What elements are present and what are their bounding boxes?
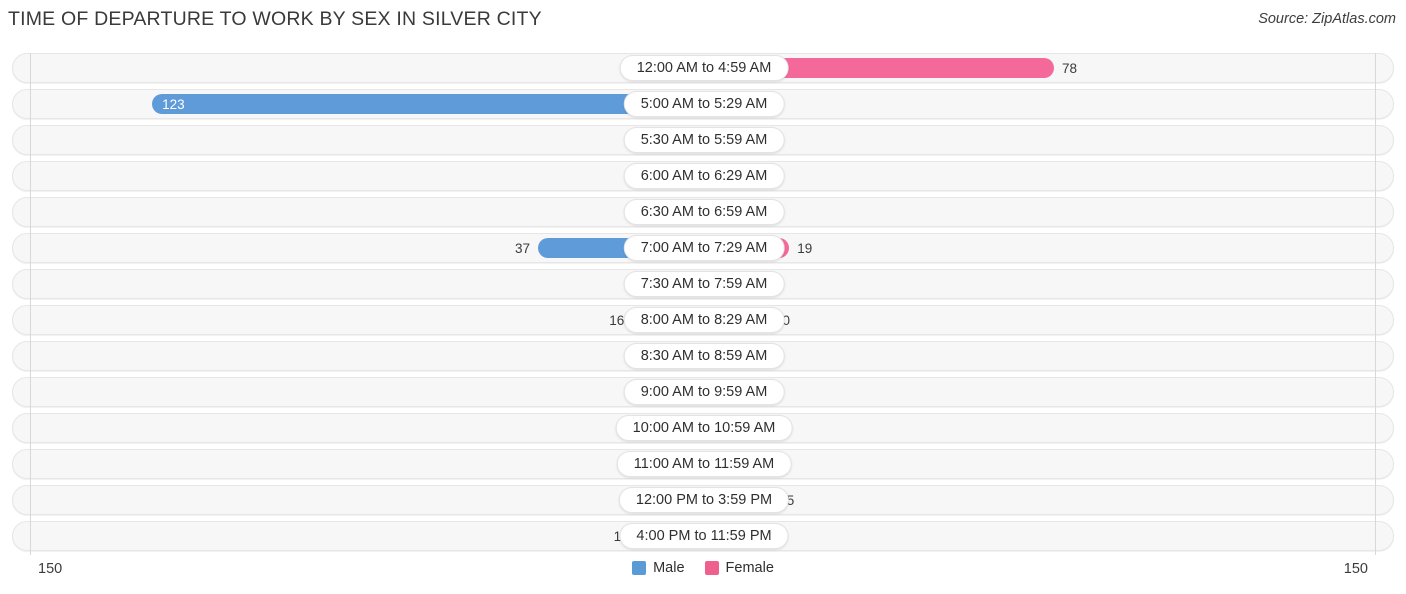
category-label-text: 11:00 AM to 11:59 AM <box>633 455 775 472</box>
chart-row[interactable]: 01512:00 PM to 3:59 PM <box>12 485 1394 515</box>
chart-legend: Male Female <box>0 561 1406 576</box>
value-label-female: 19 <box>797 241 813 256</box>
chart-row-inner: 1504:00 PM to 11:59 PM <box>13 522 1395 550</box>
chart-row[interactable]: 007:30 AM to 7:59 AM <box>12 269 1394 299</box>
chart-row-inner: 008:30 AM to 8:59 AM <box>13 342 1395 370</box>
category-label-text: 12:00 PM to 3:59 PM <box>635 491 773 508</box>
category-label-pill[interactable]: 5:00 AM to 5:29 AM <box>623 91 785 117</box>
category-label-pill[interactable]: 11:00 AM to 11:59 AM <box>616 451 792 477</box>
source-attribution: Source: ZipAtlas.com <box>1258 11 1396 27</box>
chart-header: TIME OF DEPARTURE TO WORK BY SEX IN SILV… <box>0 0 1406 44</box>
category-label-pill[interactable]: 6:00 AM to 6:29 AM <box>623 163 785 189</box>
legend-item-male[interactable]: Male <box>632 560 685 576</box>
category-label-text: 8:00 AM to 8:29 AM <box>640 311 768 328</box>
category-label-text: 6:00 AM to 6:29 AM <box>640 167 768 184</box>
bar-male[interactable] <box>152 94 704 114</box>
chart-row-inner: 07812:00 AM to 4:59 AM <box>13 54 1395 82</box>
chart-row-inner: 0010:00 AM to 10:59 AM <box>13 414 1395 442</box>
category-label-text: 5:00 AM to 5:29 AM <box>640 95 768 112</box>
category-label-pill[interactable]: 12:00 PM to 3:59 PM <box>618 487 790 513</box>
chart-row[interactable]: 006:00 AM to 6:29 AM <box>12 161 1394 191</box>
value-label-male: 123 <box>162 97 185 112</box>
chart-row-inner: 01512:00 PM to 3:59 PM <box>13 486 1395 514</box>
chart-row[interactable]: 005:30 AM to 5:59 AM <box>12 125 1394 155</box>
chart-row-inner: 009:00 AM to 9:59 AM <box>13 378 1395 406</box>
chart-root: TIME OF DEPARTURE TO WORK BY SEX IN SILV… <box>0 0 1406 594</box>
category-label-text: 6:30 AM to 6:59 AM <box>640 203 768 220</box>
chart-row-inner: 16108:00 AM to 8:29 AM <box>13 306 1395 334</box>
category-label-text: 8:30 AM to 8:59 AM <box>640 347 768 364</box>
chart-row-inner: 007:30 AM to 7:59 AM <box>13 270 1395 298</box>
legend-item-female[interactable]: Female <box>704 560 774 576</box>
category-label-pill[interactable]: 7:00 AM to 7:29 AM <box>623 235 785 261</box>
category-label-text: 9:00 AM to 9:59 AM <box>640 383 768 400</box>
chart-row-inner: 006:30 AM to 6:59 AM <box>13 198 1395 226</box>
chart-row[interactable]: 37 19 7:00 AM to 7:29 AM <box>12 233 1394 263</box>
category-label-pill[interactable]: 12:00 AM to 4:59 AM <box>619 55 789 81</box>
chart-row-inner: 005:30 AM to 5:59 AM <box>13 126 1395 154</box>
chart-row-inner: 0011:00 AM to 11:59 AM <box>13 450 1395 478</box>
category-label-text: 12:00 AM to 4:59 AM <box>636 59 772 76</box>
category-label-pill[interactable]: 4:00 PM to 11:59 PM <box>619 523 789 549</box>
chart-row[interactable]: 006:30 AM to 6:59 AM <box>12 197 1394 227</box>
chart-row[interactable]: 0011:00 AM to 11:59 AM <box>12 449 1394 479</box>
category-label-pill[interactable]: 8:30 AM to 8:59 AM <box>623 343 785 369</box>
category-label-pill[interactable]: 5:30 AM to 5:59 AM <box>623 127 785 153</box>
category-label-pill[interactable]: 6:30 AM to 6:59 AM <box>623 199 785 225</box>
chart-footer: 150 150 Male Female <box>0 556 1406 594</box>
category-label-text: 7:00 AM to 7:29 AM <box>640 239 768 256</box>
legend-swatch-icon <box>704 561 719 576</box>
value-label-male: 37 <box>514 241 530 256</box>
category-label-pill[interactable]: 10:00 AM to 10:59 AM <box>615 415 793 441</box>
category-label-text: 5:30 AM to 5:59 AM <box>640 131 768 148</box>
legend-swatch-icon <box>632 561 647 576</box>
chart-row-inner: 12305:00 AM to 5:29 AM <box>13 90 1395 118</box>
chart-row[interactable]: 1504:00 PM to 11:59 PM <box>12 521 1394 551</box>
category-label-text: 10:00 AM to 10:59 AM <box>632 419 776 436</box>
chart-row[interactable]: 16108:00 AM to 8:29 AM <box>12 305 1394 335</box>
chart-row-inner: 37 19 7:00 AM to 7:29 AM <box>13 234 1395 262</box>
chart-row-inner: 006:00 AM to 6:29 AM <box>13 162 1395 190</box>
value-label-male: 16 <box>609 313 625 328</box>
chart-row[interactable]: 12305:00 AM to 5:29 AM <box>12 89 1394 119</box>
chart-row[interactable]: 0010:00 AM to 10:59 AM <box>12 413 1394 443</box>
legend-label: Male <box>653 560 685 576</box>
value-label-female: 78 <box>1061 61 1077 76</box>
chart-plot-area: 07812:00 AM to 4:59 AM12305:00 AM to 5:2… <box>12 53 1394 555</box>
category-label-text: 7:30 AM to 7:59 AM <box>640 275 768 292</box>
chart-row[interactable]: 07812:00 AM to 4:59 AM <box>12 53 1394 83</box>
page-title: TIME OF DEPARTURE TO WORK BY SEX IN SILV… <box>8 8 542 30</box>
chart-row[interactable]: 008:30 AM to 8:59 AM <box>12 341 1394 371</box>
category-label-pill[interactable]: 9:00 AM to 9:59 AM <box>623 379 785 405</box>
category-label-pill[interactable]: 7:30 AM to 7:59 AM <box>623 271 785 297</box>
category-label-text: 4:00 PM to 11:59 PM <box>636 527 772 544</box>
legend-label: Female <box>725 560 774 576</box>
chart-row[interactable]: 009:00 AM to 9:59 AM <box>12 377 1394 407</box>
category-label-pill[interactable]: 8:00 AM to 8:29 AM <box>623 307 785 333</box>
